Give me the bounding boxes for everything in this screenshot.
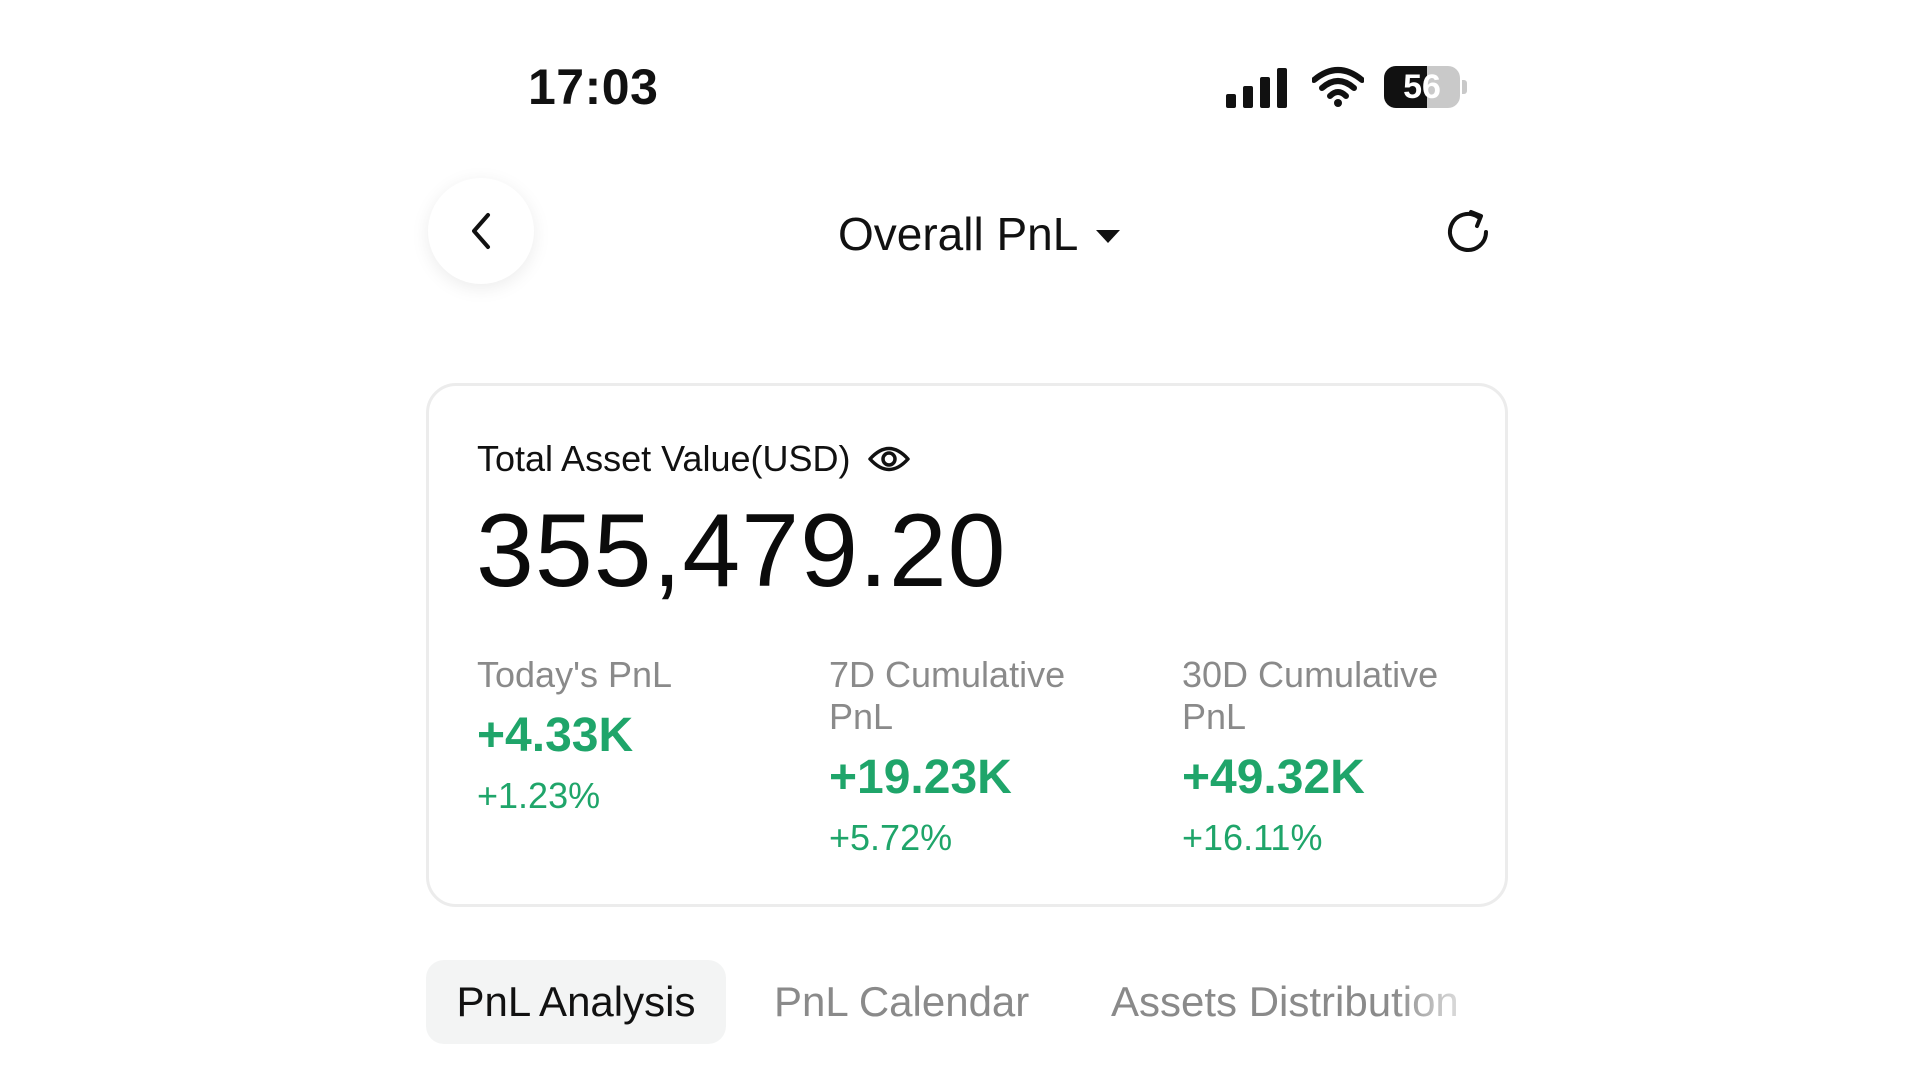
stat-30d: 30D Cumulative PnL +49.32K +16.11% (1182, 654, 1462, 860)
back-chevron-icon (472, 213, 490, 249)
signal-icon (1226, 68, 1287, 108)
stat-amount: +4.33K (477, 709, 634, 762)
stat-label: Today's PnL (477, 654, 672, 695)
tab-pnl-analysis[interactable]: PnL Analysis (426, 960, 726, 1044)
wifi-icon (1312, 67, 1364, 107)
caret-down-icon (1096, 229, 1121, 243)
eye-icon[interactable] (868, 444, 911, 474)
tab-pnl-calendar[interactable]: PnL Calendar (774, 960, 1029, 1044)
back-button[interactable] (428, 178, 534, 284)
stat-percent: +16.11% (1182, 817, 1323, 858)
total-asset-label-text: Total Asset Value(USD) (477, 438, 851, 479)
refresh-icon[interactable] (1440, 204, 1496, 260)
stat-amount: +49.32K (1182, 751, 1365, 804)
battery-nub (1462, 80, 1467, 94)
stat-label: 30D Cumulative PnL (1182, 654, 1439, 737)
total-asset-label: Total Asset Value(USD) (477, 438, 911, 480)
total-asset-value: 355,479.20 (476, 493, 1007, 609)
battery-icon: 56 (1384, 66, 1460, 108)
stat-percent: +1.23% (477, 775, 601, 816)
stat-label: 7D Cumulative PnL (829, 654, 1066, 737)
pnl-type-dropdown[interactable]: Overall PnL (838, 204, 1121, 264)
battery-percent: 56 (1403, 67, 1441, 106)
stat-percent: +5.72% (829, 817, 953, 858)
page-title: Overall PnL (838, 208, 1079, 260)
stat-today: Today's PnL +4.33K +1.23% (477, 654, 757, 818)
tab-assets-distribution[interactable]: Assets Distribution (1111, 960, 1487, 1044)
status-time: 17:03 (528, 59, 659, 115)
stat-7d: 7D Cumulative PnL +19.23K +5.72% (829, 654, 1109, 860)
stat-amount: +19.23K (829, 751, 1012, 804)
